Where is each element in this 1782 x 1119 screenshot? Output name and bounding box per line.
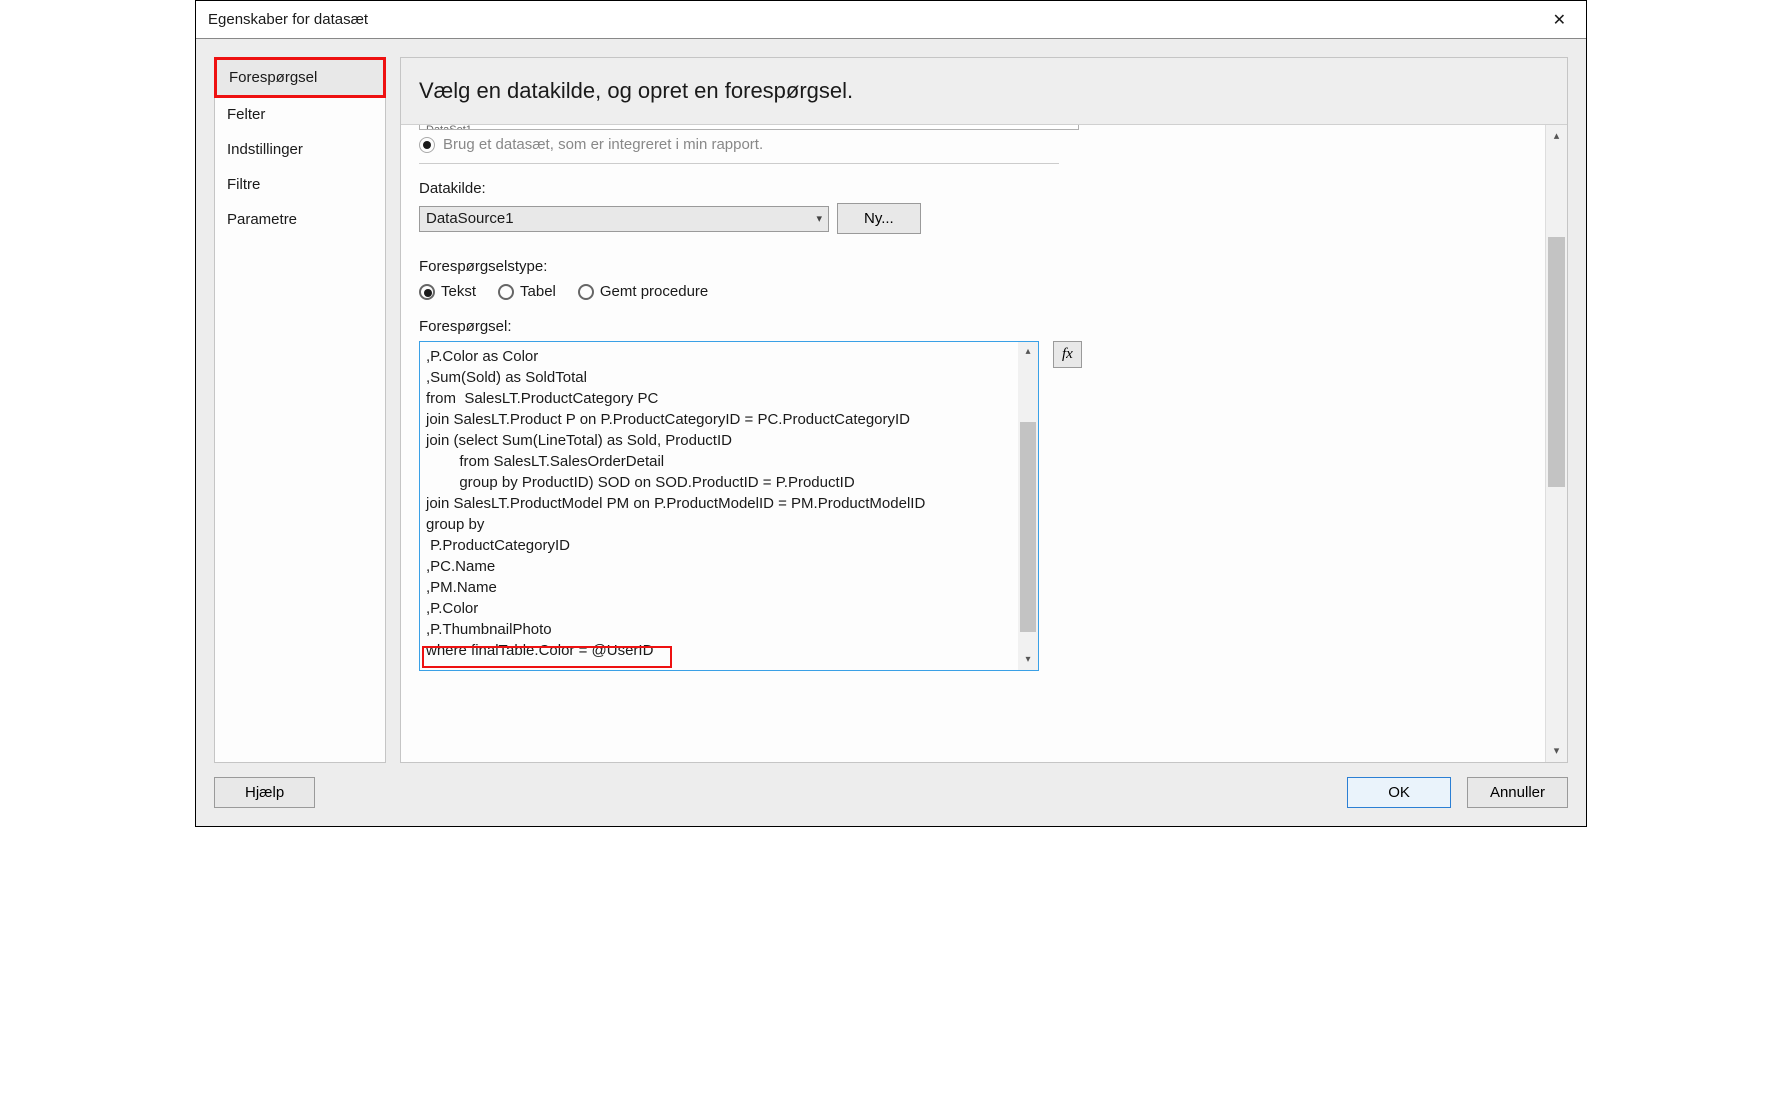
embed-dataset-label: Brug et datasæt, som er integreret i min… xyxy=(443,136,763,153)
chevron-down-icon: ▾ xyxy=(816,212,822,225)
dataset-name-field[interactable]: DataSet1 xyxy=(419,125,1079,130)
scroll-up-icon[interactable]: ▴ xyxy=(1546,125,1567,147)
new-datasource-button[interactable]: Ny... xyxy=(837,203,921,234)
scroll-down-icon[interactable]: ▾ xyxy=(1546,740,1567,762)
dialog-window: Egenskaber for datasæt ✕ Forespørgsel Fe… xyxy=(195,0,1587,827)
dialog-body: Forespørgsel Felter Indstillinger Filtre… xyxy=(196,39,1586,826)
datasource-value: DataSource1 xyxy=(426,210,514,227)
scroll-down-icon[interactable]: ▾ xyxy=(1018,650,1038,670)
query-type-text[interactable]: Tekst xyxy=(419,283,476,300)
embed-dataset-option[interactable]: Brug et datasæt, som er integreret i min… xyxy=(419,136,1527,153)
sidebar-tabs: Forespørgsel Felter Indstillinger Filtre… xyxy=(214,57,386,763)
sidebar-tab-settings[interactable]: Indstillinger xyxy=(215,132,385,167)
sidebar-tab-fields[interactable]: Felter xyxy=(215,97,385,132)
dialog-footer: Hjælp OK Annuller xyxy=(214,777,1568,808)
scroll-up-icon[interactable]: ▴ xyxy=(1018,342,1038,362)
scroll-thumb[interactable] xyxy=(1548,237,1565,487)
query-type-sproc-label: Gemt procedure xyxy=(600,283,708,300)
expression-button[interactable]: fx xyxy=(1053,341,1082,368)
cancel-button[interactable]: Annuller xyxy=(1467,777,1568,808)
query-type-table-label: Tabel xyxy=(520,283,556,300)
page-heading: Vælg en datakilde, og opret en forespørg… xyxy=(419,78,1549,104)
window-title: Egenskaber for datasæt xyxy=(208,11,368,28)
datasource-label: Datakilde: xyxy=(419,180,1527,197)
sidebar-tab-parameters[interactable]: Parametre xyxy=(215,202,385,237)
query-text-content: ,P.Color as Color ,Sum(Sold) as SoldTota… xyxy=(420,342,1018,670)
query-label: Forespørgsel: xyxy=(419,318,1527,335)
ok-button[interactable]: OK xyxy=(1347,777,1451,808)
radio-icon xyxy=(498,284,514,300)
radio-icon xyxy=(419,137,435,153)
close-icon[interactable]: ✕ xyxy=(1545,8,1574,32)
fx-icon: fx xyxy=(1062,346,1073,362)
query-type-label: Forespørgselstype: xyxy=(419,258,1527,275)
query-textarea[interactable]: ,P.Color as Color ,Sum(Sold) as SoldTota… xyxy=(419,341,1039,671)
heading-area: Vælg en datakilde, og opret en forespørg… xyxy=(401,58,1567,125)
main-panel: Vælg en datakilde, og opret en forespørg… xyxy=(400,57,1568,763)
titlebar: Egenskaber for datasæt ✕ xyxy=(196,1,1586,39)
divider xyxy=(419,163,1059,164)
help-button[interactable]: Hjælp xyxy=(214,777,315,808)
radio-icon xyxy=(578,284,594,300)
query-scrollbar[interactable]: ▴ ▾ xyxy=(1018,342,1038,670)
query-type-sproc[interactable]: Gemt procedure xyxy=(578,283,708,300)
radio-icon xyxy=(419,284,435,300)
datasource-dropdown[interactable]: DataSource1 ▾ xyxy=(419,206,829,232)
sidebar-tab-query[interactable]: Forespørgsel xyxy=(217,60,383,95)
query-type-text-label: Tekst xyxy=(441,283,476,300)
panel-scrollbar[interactable]: ▴ ▾ xyxy=(1545,125,1567,762)
sidebar-tab-filters[interactable]: Filtre xyxy=(215,167,385,202)
query-type-table[interactable]: Tabel xyxy=(498,283,556,300)
scroll-thumb[interactable] xyxy=(1020,422,1036,632)
